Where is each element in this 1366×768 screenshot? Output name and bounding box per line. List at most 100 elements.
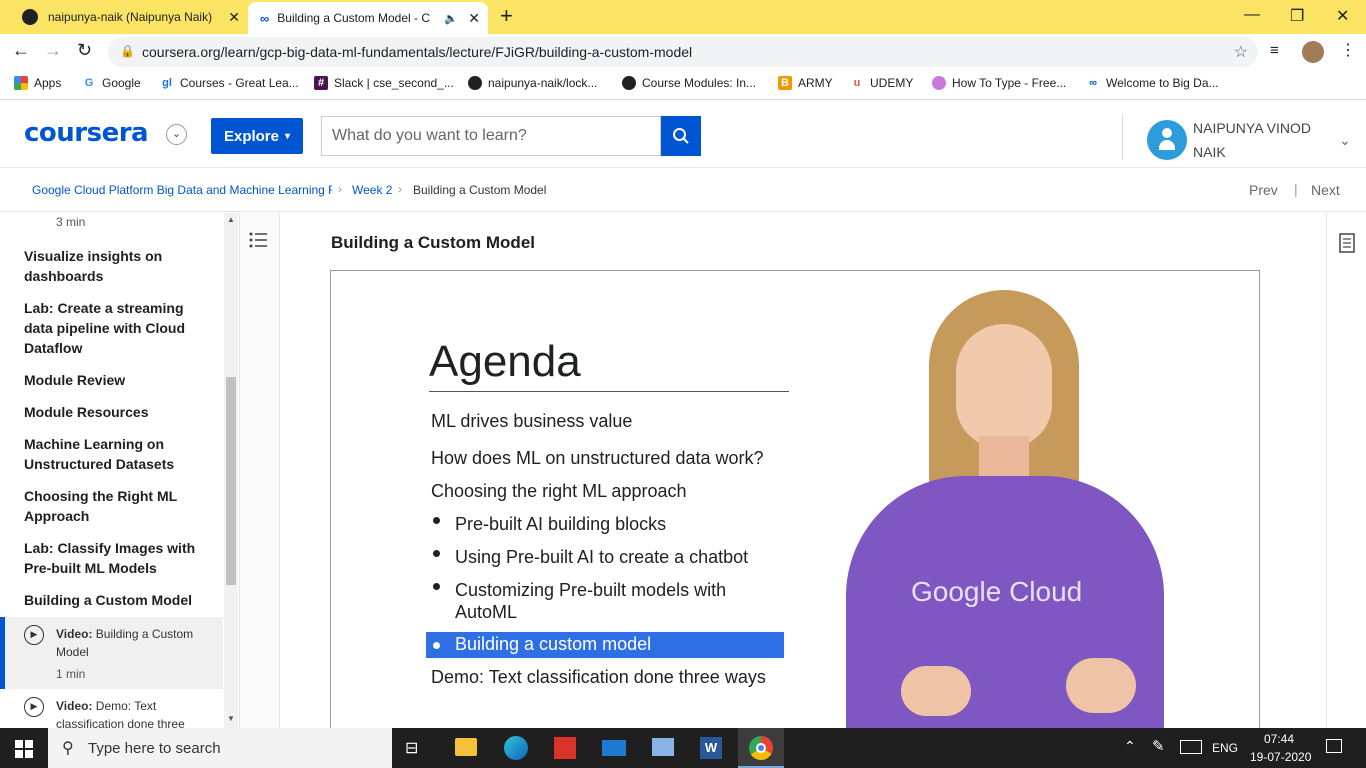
- notes-rail: [1326, 213, 1366, 728]
- sidebar-video-active[interactable]: ▶ Video: Building a Custom Model 1 min: [0, 617, 223, 689]
- scroll-up-icon[interactable]: ▲: [227, 215, 235, 224]
- gift-app-icon[interactable]: [554, 737, 576, 759]
- video-prefix: Video:: [56, 699, 93, 713]
- lock-icon: 🔒: [120, 44, 135, 58]
- user-name: NAIPUNYA VINOD: [1193, 120, 1311, 136]
- chevron-up-icon[interactable]: ⌃: [1124, 738, 1136, 755]
- github-icon: [468, 76, 482, 90]
- nav-divider: |: [1294, 181, 1298, 197]
- presenter-face: [956, 324, 1052, 448]
- bookmark-udemy[interactable]: u UDEMY: [850, 76, 914, 90]
- bookmark-github[interactable]: naipunya-naik/lock...: [468, 76, 597, 90]
- coursera-header: coursera ⌄ Explore ▾ What do you want to…: [0, 102, 1366, 168]
- video-player[interactable]: Agenda ML drives business value How does…: [330, 270, 1260, 730]
- tab-title: naipunya-naik (Naipunya Naik): [48, 10, 213, 24]
- sidebar-item[interactable]: Building a Custom Model: [24, 590, 204, 610]
- window-close-icon[interactable]: ✕: [1336, 6, 1349, 26]
- bookmark-apps[interactable]: Apps: [14, 76, 61, 90]
- bookmark-great-learning[interactable]: gl Courses - Great Lea...: [160, 76, 299, 90]
- bookmark-label: Courses - Great Lea...: [180, 76, 299, 90]
- sidebar-item[interactable]: Machine Learning on Unstructured Dataset…: [24, 434, 204, 474]
- remote-desktop-icon[interactable]: [652, 738, 674, 756]
- bookmark-welcome-big-data[interactable]: ∞ Welcome to Big Da...: [1086, 76, 1219, 90]
- new-tab-button[interactable]: +: [500, 3, 513, 29]
- language-indicator[interactable]: ENG: [1212, 741, 1238, 755]
- github-icon: [22, 9, 38, 25]
- word-icon[interactable]: W: [700, 737, 722, 759]
- sidebar-item[interactable]: Choosing the Right ML Approach: [24, 486, 204, 526]
- taskbar-search[interactable]: ⚲ Type here to search: [48, 728, 392, 768]
- bookmark-slack[interactable]: # Slack | cse_second_...: [314, 76, 454, 90]
- presenter-hand: [1066, 658, 1136, 713]
- shirt-logo-text: Google Cloud: [911, 576, 1083, 607]
- slide-heading-rule: [429, 391, 789, 392]
- globe-icon: [622, 76, 636, 90]
- menu-icon[interactable]: ⋮: [1340, 40, 1356, 60]
- scroll-down-icon[interactable]: ▼: [227, 714, 235, 723]
- notification-icon[interactable]: [1326, 739, 1342, 753]
- prev-link[interactable]: Prev: [1249, 182, 1278, 198]
- sidebar-item[interactable]: Lab: Classify Images with Pre-built ML M…: [24, 538, 204, 578]
- search-icon: [673, 128, 689, 144]
- sidebar-item[interactable]: Module Review: [24, 370, 204, 390]
- close-icon[interactable]: ✕: [468, 10, 480, 27]
- restore-icon[interactable]: ❐: [1290, 6, 1304, 26]
- bookmark-label: Slack | cse_second_...: [334, 76, 454, 90]
- chevron-down-icon: ▾: [285, 130, 291, 142]
- agenda-line: ML drives business value: [431, 411, 633, 431]
- media-icon[interactable]: ≡: [1270, 42, 1279, 59]
- speaker-icon[interactable]: 🔈: [444, 12, 458, 25]
- agenda-line: How does ML on unstructured data work?: [431, 448, 764, 468]
- scroll-thumb[interactable]: [226, 377, 236, 585]
- search-icon: ⚲: [62, 740, 74, 757]
- profile-avatar[interactable]: [1302, 41, 1324, 63]
- chrome-taskbar-button[interactable]: [738, 728, 784, 768]
- sidebar-video[interactable]: ▶ Video: Demo: Text classification done …: [0, 689, 223, 728]
- file-explorer-icon[interactable]: [455, 738, 477, 756]
- windows-start-icon[interactable]: [15, 740, 33, 758]
- bookmark-google[interactable]: G Google: [82, 76, 141, 90]
- search-button[interactable]: [661, 116, 701, 156]
- sidebar-scrollbar[interactable]: ▲ ▼: [224, 213, 238, 728]
- agenda-bullet-current: Building a custom model: [455, 634, 652, 654]
- edge-icon[interactable]: [504, 736, 528, 760]
- pen-icon[interactable]: ✎: [1152, 737, 1165, 755]
- search-input[interactable]: What do you want to learn?: [321, 116, 661, 156]
- tab-github[interactable]: naipunya-naik (Naipunya Naik) ✕: [8, 0, 248, 34]
- bookmark-how-to-type[interactable]: How To Type - Free...: [932, 76, 1066, 90]
- sidebar-item[interactable]: Module Resources: [24, 402, 204, 422]
- breadcrumb-week[interactable]: Week 2: [352, 183, 392, 197]
- explore-button[interactable]: Explore ▾: [211, 118, 303, 154]
- breadcrumb-course[interactable]: Google Cloud Platform Big Data and Machi…: [32, 183, 332, 197]
- bookmark-label: Google: [102, 76, 141, 90]
- agenda-bullet-continued: AutoML: [455, 602, 518, 622]
- sidebar-item[interactable]: Lab: Create a streaming data pipeline wi…: [24, 298, 204, 358]
- clock-time[interactable]: 07:44: [1264, 732, 1294, 746]
- agenda-bullet: Using Pre-built AI to create a chatbot: [455, 547, 749, 567]
- mail-icon[interactable]: [602, 740, 626, 756]
- notes-icon[interactable]: [1339, 233, 1355, 253]
- list-icon[interactable]: [249, 231, 269, 249]
- task-view-icon[interactable]: ⊟: [405, 738, 418, 758]
- star-icon[interactable]: ☆: [1234, 42, 1248, 62]
- bookmark-course-modules[interactable]: Course Modules: In...: [622, 76, 756, 90]
- next-link[interactable]: Next: [1311, 182, 1340, 198]
- minimize-icon[interactable]: —: [1244, 6, 1260, 24]
- coursera-logo[interactable]: coursera: [24, 118, 149, 148]
- bookmark-army[interactable]: B ARMY: [778, 76, 833, 90]
- close-icon[interactable]: ✕: [228, 9, 240, 26]
- forward-icon[interactable]: →: [44, 40, 62, 61]
- play-icon: ▶: [24, 697, 44, 717]
- clock-date[interactable]: 19-07-2020: [1250, 750, 1311, 764]
- breadcrumb-current: Building a Custom Model: [413, 183, 547, 197]
- reload-icon[interactable]: ↻: [77, 40, 92, 61]
- sidebar-item[interactable]: Visualize insights on dashboards: [24, 246, 204, 286]
- keyboard-icon[interactable]: [1180, 740, 1202, 754]
- bookmark-label: ARMY: [798, 76, 833, 90]
- chevron-down-icon[interactable]: ⌄: [166, 124, 187, 145]
- bookmark-label: Welcome to Big Da...: [1106, 76, 1219, 90]
- address-bar[interactable]: 🔒 coursera.org/learn/gcp-big-data-ml-fun…: [108, 37, 1258, 67]
- outline-rail: [240, 213, 280, 728]
- tab-coursera[interactable]: ∞ Building a Custom Model - C 🔈 ✕: [248, 2, 488, 34]
- back-icon[interactable]: ←: [12, 40, 30, 61]
